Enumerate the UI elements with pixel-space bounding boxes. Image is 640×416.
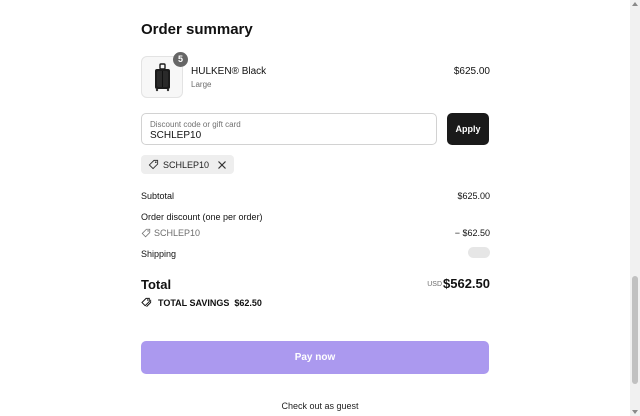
shipping-value-placeholder <box>468 247 490 258</box>
applied-discount-code: SCHLEP10 <box>163 159 210 170</box>
product-variant: Large <box>191 80 212 89</box>
close-icon[interactable] <box>217 160 227 170</box>
product-price: $625.00 <box>453 66 490 77</box>
total-savings-label: TOTAL SAVINGS <box>158 297 230 308</box>
total-amount: $562.50 <box>443 276 490 291</box>
subtotal-value: $625.00 <box>457 191 490 201</box>
product-line: 5 HULKEN® Black Large $625.00 <box>141 52 490 98</box>
total-label: Total <box>141 277 172 292</box>
product-thumbnail: 5 <box>141 52 188 98</box>
pay-now-button[interactable]: Pay now <box>141 341 489 374</box>
tags-icon <box>141 297 152 307</box>
total-savings-amount: $62.50 <box>234 297 262 308</box>
scrollbar-thumb[interactable] <box>632 276 638 384</box>
order-summary-title: Order summary <box>141 21 253 38</box>
discount-field-label: Discount code or gift card <box>150 120 241 129</box>
apply-button[interactable]: Apply <box>447 113 489 145</box>
scroll-down-icon[interactable] <box>632 410 638 414</box>
subtotal-label: Subtotal <box>141 191 175 201</box>
scrollbar[interactable] <box>630 0 640 416</box>
total-savings: TOTAL SAVINGS $62.50 <box>141 297 262 308</box>
tag-icon <box>141 228 151 238</box>
order-discount-value: − $62.50 <box>454 228 490 238</box>
product-name: HULKEN® Black <box>191 66 267 77</box>
scroll-up-icon[interactable] <box>632 2 638 6</box>
quantity-badge: 5 <box>173 52 188 67</box>
order-discount-label: Order discount (one per order) <box>141 212 263 222</box>
applied-discount-chip: SCHLEP10 <box>141 155 235 174</box>
checkout-as-guest-link[interactable]: Check out as guest <box>0 401 640 411</box>
discount-code-input[interactable]: Discount code or gift card SCHLEP10 <box>141 113 437 145</box>
total-currency: USD <box>427 281 442 288</box>
discount-field-value: SCHLEP10 <box>150 130 202 141</box>
tag-icon <box>148 159 159 170</box>
order-discount-code-wrap: SCHLEP10 <box>141 228 200 238</box>
order-discount-code: SCHLEP10 <box>154 228 201 238</box>
shipping-label: Shipping <box>141 249 177 259</box>
